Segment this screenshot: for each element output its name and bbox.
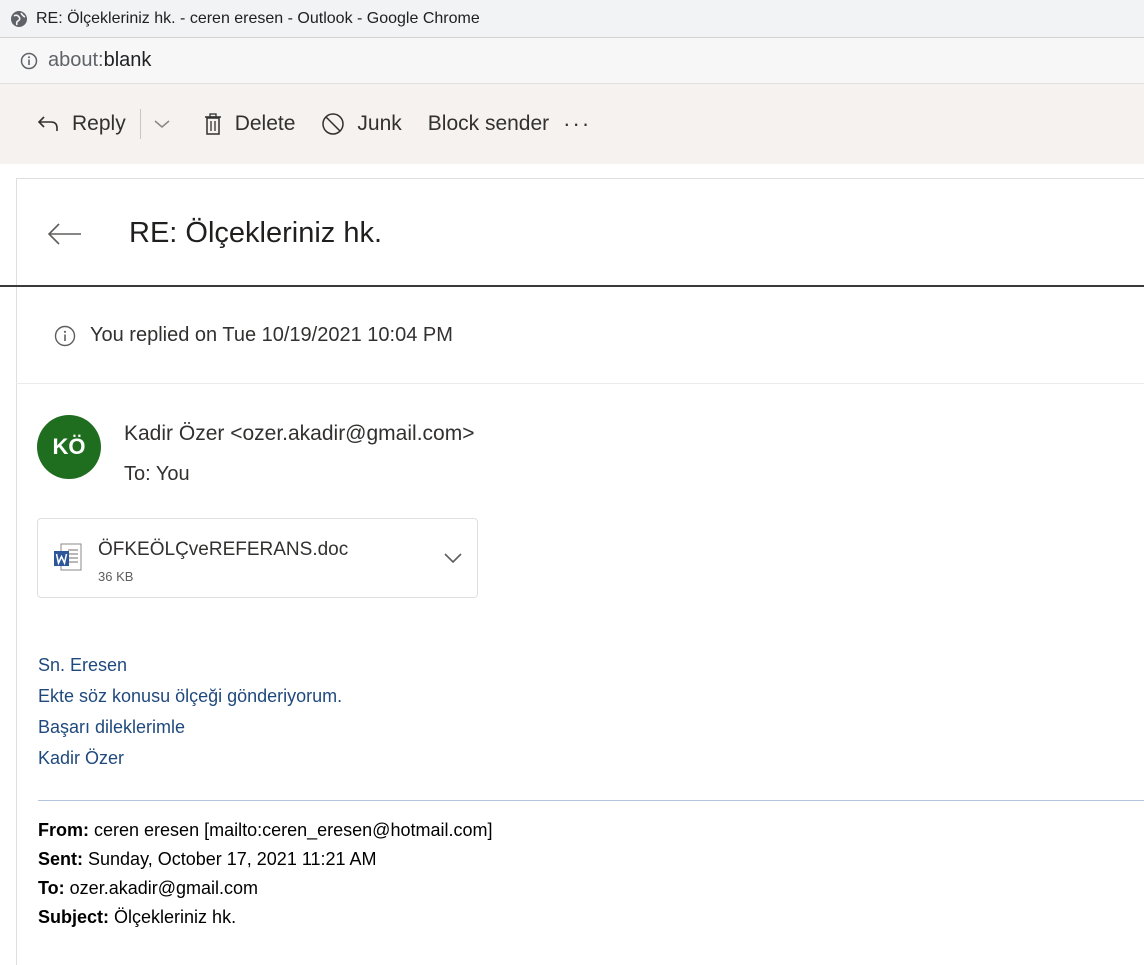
- more-icon: ···: [563, 111, 592, 136]
- toolbar-divider: [139, 109, 141, 139]
- subject-row: RE: Ölçekleriniz hk.: [47, 217, 382, 250]
- sender-name[interactable]: Kadir Özer <ozer.akadir@gmail.com>: [124, 422, 474, 446]
- command-toolbar: Reply Delete Junk Block sender ···: [0, 84, 1144, 164]
- header-divider: [0, 285, 1144, 287]
- chevron-down-icon[interactable]: [442, 551, 464, 565]
- quoted-subject-value: Ölçekleriniz hk.: [114, 907, 237, 927]
- address-bar[interactable]: about:blank: [0, 38, 1144, 84]
- url-path: blank: [103, 49, 152, 71]
- quoted-subject-label: Subject:: [38, 907, 110, 927]
- delete-label: Delete: [234, 112, 296, 135]
- body-line: Başarı dileklerimle: [38, 717, 186, 737]
- quoted-to: To: ozer.akadir@gmail.com: [38, 874, 492, 903]
- block-sender-button[interactable]: Block sender: [428, 112, 549, 136]
- quoted-from-value[interactable]: ceren eresen [mailto:ceren_eresen@hotmai…: [94, 820, 492, 840]
- replied-notice: You replied on Tue 10/19/2021 10:04 PM: [54, 324, 453, 347]
- block-circle-icon: [322, 113, 345, 135]
- attachment-size: 36 KB: [98, 569, 134, 584]
- quote-divider: [38, 800, 1144, 801]
- notice-divider: [16, 383, 1144, 384]
- to-value[interactable]: You: [156, 463, 190, 485]
- body-line: Sn. Eresen: [38, 655, 128, 675]
- quoted-sent-label: Sent:: [38, 849, 83, 869]
- reply-button[interactable]: Reply: [36, 112, 126, 136]
- quoted-from-label: From:: [38, 820, 89, 840]
- info-icon: [54, 325, 76, 346]
- info-icon[interactable]: [20, 52, 38, 70]
- reply-icon: [37, 116, 58, 131]
- body-line: Ekte söz konusu ölçeği gönderiyorum.: [38, 686, 343, 706]
- message-body: Sn. Eresen Ekte söz konusu ölçeği gönder…: [38, 650, 342, 774]
- block-sender-label: Block sender: [427, 112, 550, 135]
- attachment-card[interactable]: ÖFKEÖLÇveREFERANS.doc 36 KB: [37, 518, 478, 598]
- window-titlebar: RE: Ölçekleriniz hk. - ceren eresen - Ou…: [0, 0, 1144, 38]
- body-line: Kadir Özer: [38, 748, 125, 768]
- junk-button[interactable]: Junk: [321, 112, 402, 136]
- delete-button[interactable]: Delete: [203, 112, 296, 136]
- back-arrow-icon[interactable]: [47, 222, 83, 246]
- recipient-line: To: You: [124, 463, 190, 486]
- reply-dropdown-chevron-icon[interactable]: [153, 118, 171, 130]
- quoted-header: From: ceren eresen [mailto:ceren_eresen@…: [38, 816, 492, 932]
- sender-avatar[interactable]: KÖ: [37, 415, 101, 479]
- to-label: To:: [124, 463, 151, 485]
- quoted-subject: Subject: Ölçekleriniz hk.: [38, 903, 492, 932]
- replied-notice-text: You replied on Tue 10/19/2021 10:04 PM: [90, 324, 453, 346]
- attachment-name[interactable]: ÖFKEÖLÇveREFERANS.doc: [98, 539, 348, 561]
- url-text[interactable]: about:blank: [48, 49, 151, 72]
- word-doc-icon: [54, 543, 82, 571]
- reply-label: Reply: [72, 112, 126, 135]
- globe-icon: [11, 10, 27, 27]
- more-actions-button[interactable]: ···: [563, 111, 591, 137]
- message-subject: RE: Ölçekleriniz hk.: [129, 217, 383, 249]
- quoted-to-label: To:: [38, 878, 65, 898]
- junk-label: Junk: [357, 112, 402, 135]
- window-title: RE: Ölçekleriniz hk. - ceren eresen - Ou…: [36, 9, 480, 27]
- url-scheme: about:: [48, 49, 104, 71]
- quoted-sent: Sent: Sunday, October 17, 2021 11:21 AM: [38, 845, 492, 874]
- quoted-sent-value: Sunday, October 17, 2021 11:21 AM: [88, 849, 377, 869]
- quoted-from: From: ceren eresen [mailto:ceren_eresen@…: [38, 816, 492, 845]
- quoted-to-value[interactable]: ozer.akadir@gmail.com: [70, 878, 258, 898]
- trash-icon: [204, 113, 221, 135]
